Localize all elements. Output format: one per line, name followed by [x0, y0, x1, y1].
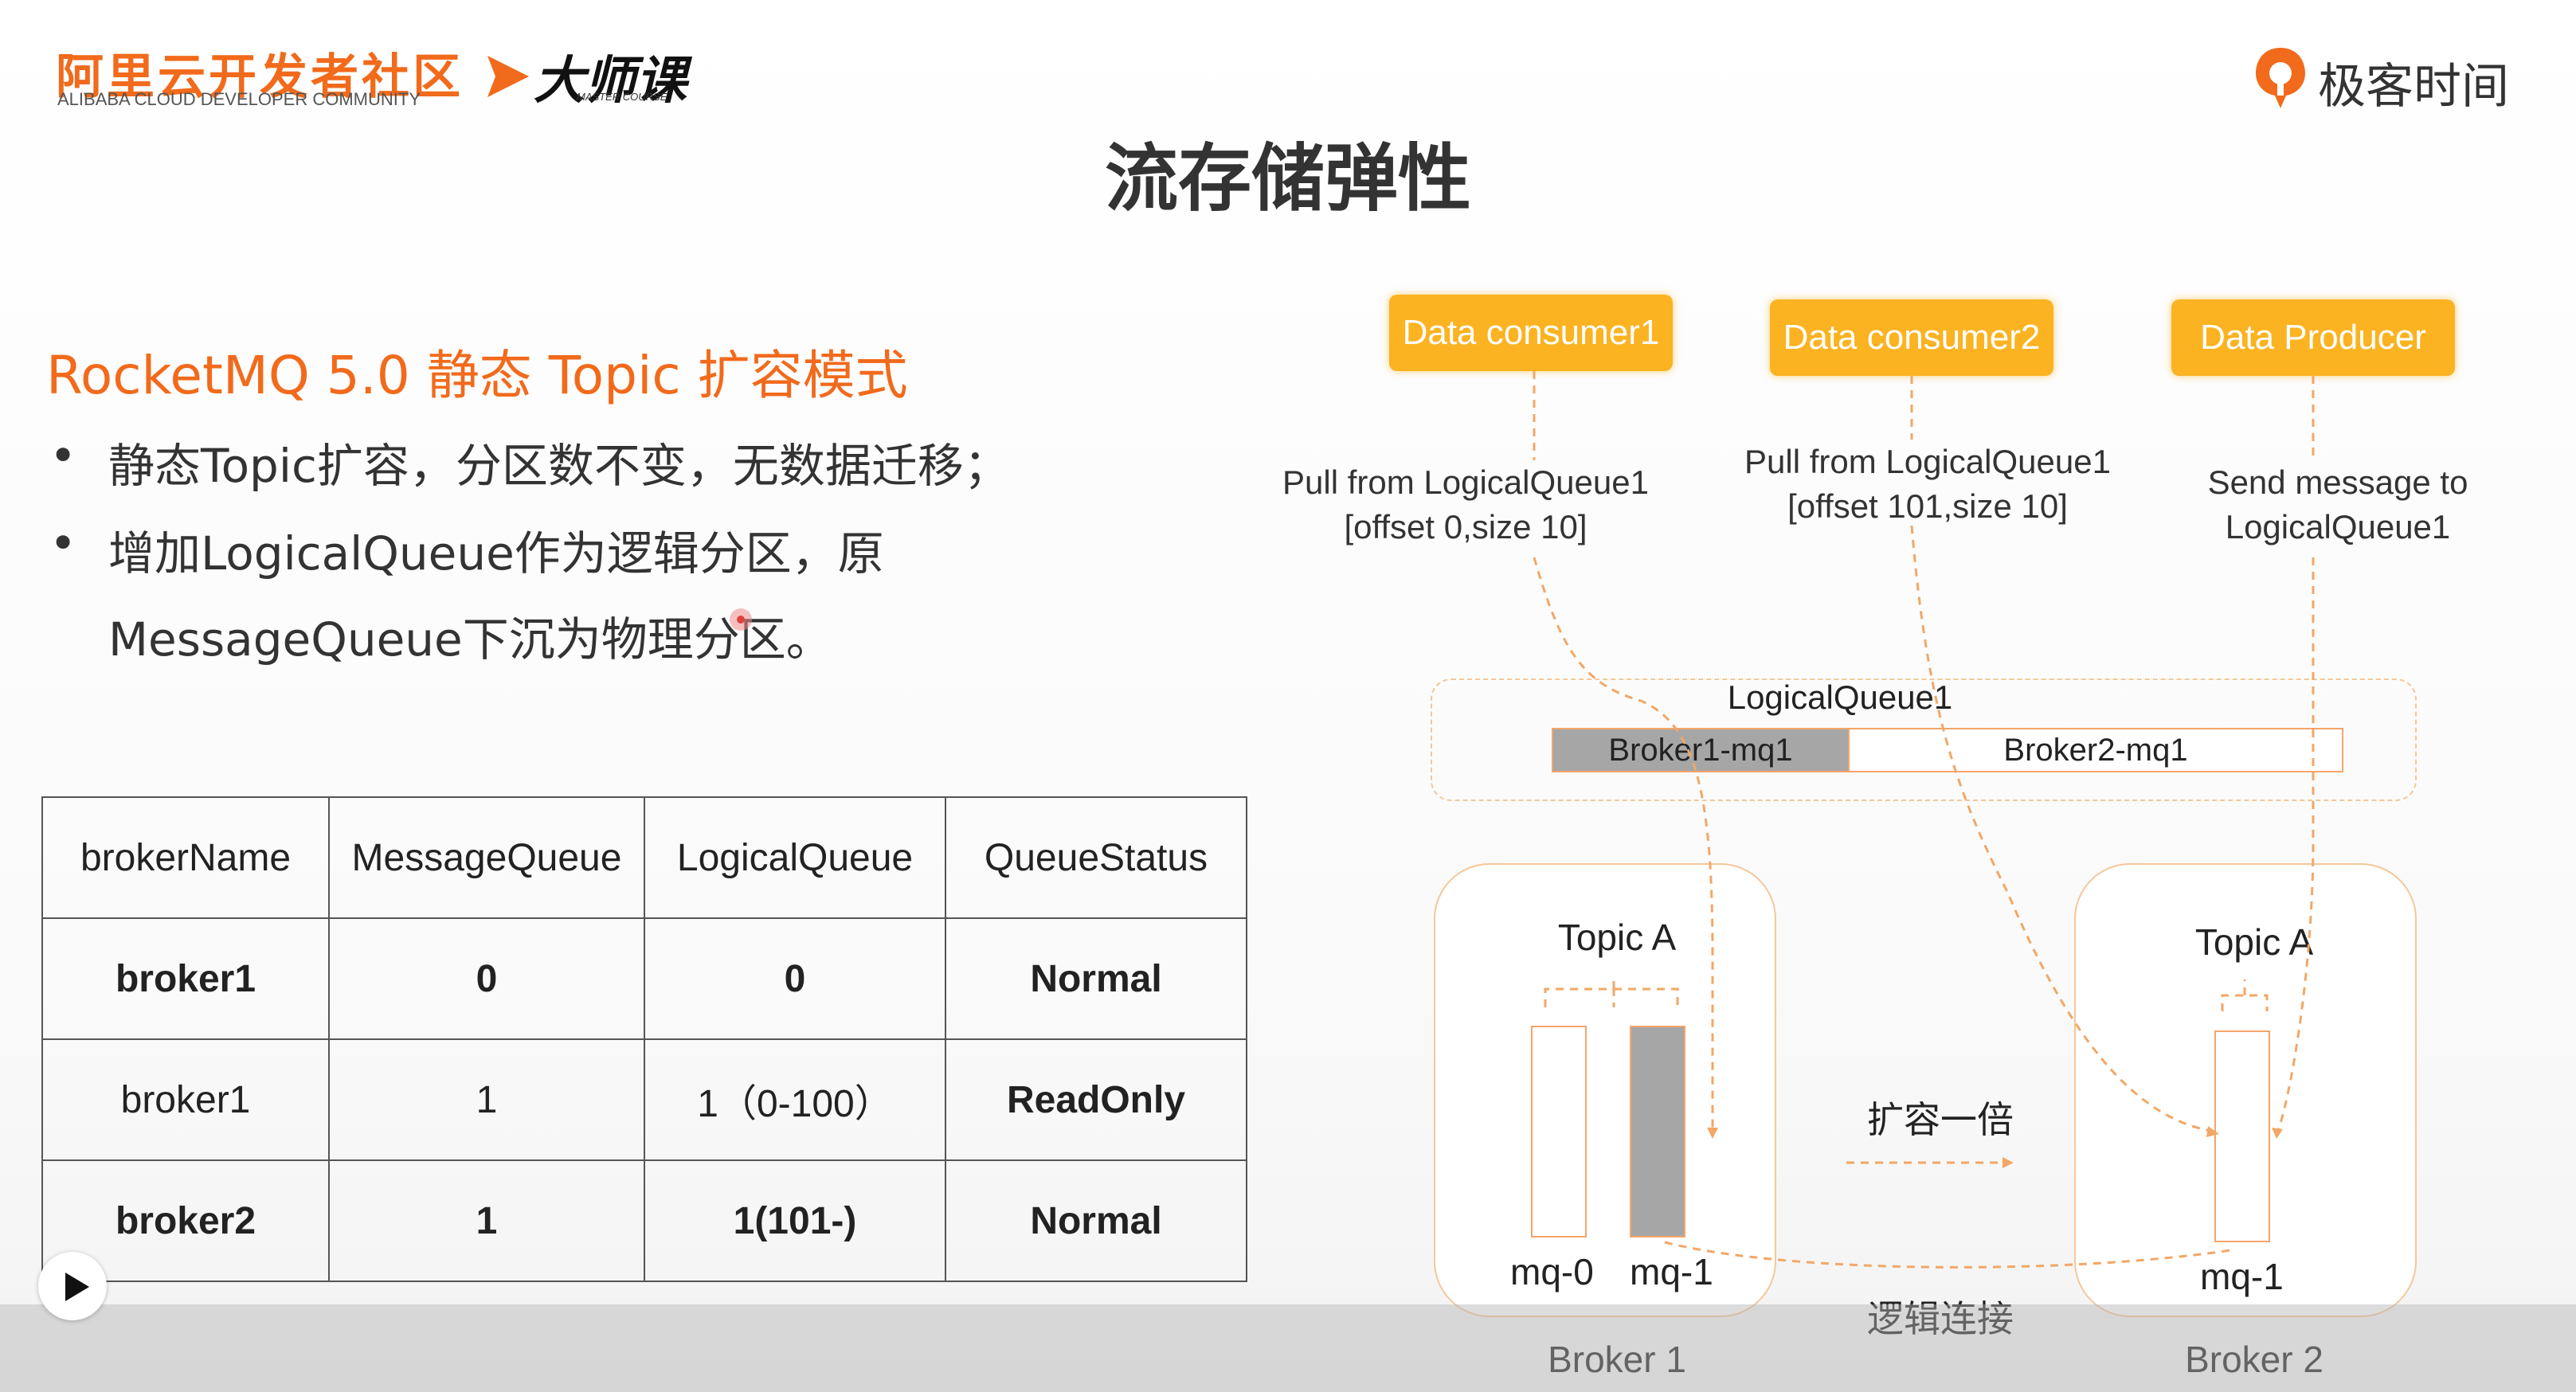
diagram-connector-lines — [1533, 371, 2315, 1269]
video-control-bar[interactable] — [0, 1304, 2576, 1392]
play-button[interactable] — [38, 1252, 107, 1320]
